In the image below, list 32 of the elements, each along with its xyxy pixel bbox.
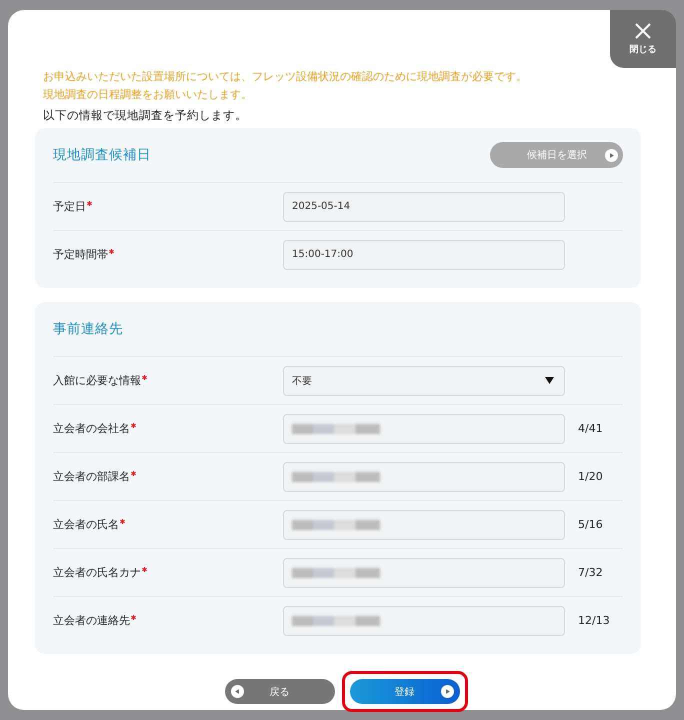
- select-field[interactable]: 不要: [283, 366, 565, 396]
- input-field[interactable]: [283, 414, 565, 444]
- character-counter: 4/41: [578, 422, 603, 435]
- submit-button[interactable]: 登録: [350, 679, 460, 704]
- intro-text: 以下の情報で現地調査を予約します。: [43, 108, 248, 123]
- field-label: 入館に必要な情報: [53, 373, 283, 388]
- field-label: 立会者の会社名: [53, 421, 283, 436]
- input-field[interactable]: [283, 510, 565, 540]
- notice-text: 現地調査の日程調整をお願いいたします。: [42, 87, 253, 103]
- section-title: 現地調査候補日: [53, 146, 151, 164]
- play-icon: [605, 148, 618, 162]
- input-field[interactable]: [283, 462, 565, 492]
- field-label: 立会者の連絡先: [53, 613, 283, 628]
- back-button[interactable]: 戻る: [224, 679, 334, 704]
- character-counter: 7/32: [578, 566, 603, 579]
- notice-text: お申込みいただいた設置場所については、フレッツ設備状況の確認のために現地調査が必要です。: [42, 69, 528, 85]
- character-counter: 12/13: [578, 614, 610, 627]
- input-field[interactable]: [283, 606, 565, 636]
- field-label: 立会者の氏名カナ: [53, 565, 283, 580]
- input-field[interactable]: 15:00-17:00: [283, 240, 565, 270]
- character-counter: 5/16: [578, 518, 603, 531]
- close-button[interactable]: 閉じる: [610, 10, 676, 68]
- field-label: 予定日: [53, 199, 283, 214]
- character-counter: 1/20: [578, 470, 603, 483]
- field-label: 立会者の部課名: [53, 469, 283, 484]
- section-title: 事前連絡先: [53, 320, 123, 338]
- close-icon: [635, 22, 651, 38]
- field-label: 予定時間帯: [53, 247, 283, 262]
- field-label: 立会者の氏名: [53, 517, 283, 532]
- dropdown-icon: [545, 377, 554, 384]
- input-field[interactable]: [283, 558, 565, 588]
- input-field[interactable]: 2025-05-14: [283, 192, 565, 222]
